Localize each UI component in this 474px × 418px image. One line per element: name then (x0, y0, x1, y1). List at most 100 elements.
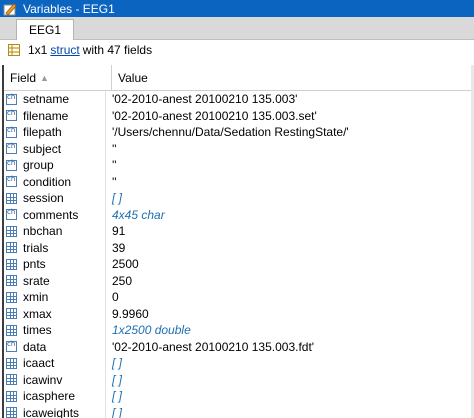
sort-ascending-icon: ▲ (40, 72, 49, 83)
tab-label: EEG1 (28, 23, 61, 37)
table-row[interactable]: trials 39 (4, 239, 474, 256)
field-name: session (23, 191, 64, 206)
value-cell[interactable]: '02-2010-anest 20100210 135.003' (106, 92, 297, 106)
value-cell[interactable]: [ ] (106, 356, 122, 370)
value-cell[interactable]: 4x45 char (106, 208, 165, 222)
summary-fields: with 47 fields (82, 43, 153, 57)
field-cell[interactable]: group (4, 157, 106, 174)
struct-icon (8, 44, 20, 56)
grid-icon (6, 407, 17, 418)
table-row[interactable]: data '02-2010-anest 20100210 135.003.fdt' (4, 338, 474, 355)
field-cell[interactable]: xmax (4, 305, 106, 322)
field-name: xmin (23, 290, 49, 305)
field-name: comments (23, 207, 79, 222)
variables-editor-icon (3, 2, 17, 16)
value-cell[interactable]: 91 (106, 224, 125, 238)
field-cell[interactable]: icaact (4, 355, 106, 372)
value-cell[interactable]: [ ] (106, 191, 122, 205)
grid-icon (6, 324, 17, 336)
table-row[interactable]: nbchan 91 (4, 223, 474, 240)
value-cell[interactable]: [ ] (106, 406, 122, 418)
field-name: icasphere (23, 389, 76, 404)
window-title: Variables - EEG1 (23, 1, 115, 16)
value-cell[interactable]: 250 (106, 274, 132, 288)
field-cell[interactable]: setname (4, 91, 106, 108)
field-cell[interactable]: trials (4, 239, 106, 256)
field-cell[interactable]: session (4, 190, 106, 207)
char-icon (6, 142, 17, 155)
value-cell[interactable]: '02-2010-anest 20100210 135.003.set' (106, 109, 317, 123)
value-cell[interactable]: 0 (106, 290, 119, 304)
char-icon (6, 159, 17, 171)
field-name: subject (23, 141, 62, 156)
value-cell[interactable]: 2500 (106, 257, 139, 271)
table-row[interactable]: filename '02-2010-anest 20100210 135.003.… (4, 107, 474, 124)
grid-icon (6, 275, 17, 287)
field-cell[interactable]: comments (4, 206, 106, 223)
tab-eeg1[interactable]: EEG1 (16, 19, 74, 40)
grid-icon (6, 291, 17, 303)
value-cell[interactable]: 9.9960 (106, 307, 149, 321)
field-column-header[interactable]: Field ▲ (4, 65, 112, 90)
table-row[interactable]: subject '' (4, 140, 474, 157)
field-name: trials (23, 240, 49, 255)
table-row[interactable]: setname '02-2010-anest 20100210 135.003' (4, 91, 474, 108)
table-row[interactable]: pnts 2500 (4, 256, 474, 273)
grid-icon (6, 258, 17, 270)
value-cell[interactable]: '' (106, 158, 117, 172)
field-name: times (23, 323, 52, 338)
variable-summary: 1x1 struct with 47 fields (0, 40, 474, 60)
field-cell[interactable]: data (4, 338, 106, 355)
summary-size: 1x1 (28, 43, 48, 57)
table-row[interactable]: filepath '/Users/chennu/Data/Sedation Res… (4, 124, 474, 141)
table-row[interactable]: group '' (4, 157, 474, 174)
value-column-header[interactable]: Value (112, 65, 148, 90)
table-row[interactable]: xmin 0 (4, 289, 474, 306)
table-row[interactable]: icaact [ ] (4, 355, 474, 372)
field-cell[interactable]: srate (4, 272, 106, 289)
struct-link[interactable]: struct (50, 43, 79, 57)
table-row[interactable]: session [ ] (4, 190, 474, 207)
field-name: srate (23, 273, 50, 288)
value-cell[interactable]: [ ] (106, 373, 122, 387)
table-row[interactable]: condition '' (4, 173, 474, 190)
value-cell[interactable]: 1x2500 double (106, 323, 191, 337)
field-cell[interactable]: filename (4, 107, 106, 124)
grid-icon (6, 357, 17, 369)
value-cell[interactable]: '02-2010-anest 20100210 135.003.fdt' (106, 340, 314, 354)
field-cell[interactable]: condition (4, 173, 106, 190)
field-cell[interactable]: filepath (4, 124, 106, 141)
title-bar: Variables - EEG1 (0, 0, 474, 17)
value-cell[interactable]: '' (106, 175, 117, 189)
value-cell[interactable]: [ ] (106, 389, 122, 403)
field-cell[interactable]: subject (4, 140, 106, 157)
value-cell[interactable]: '' (106, 142, 117, 156)
field-name: icaact (23, 356, 55, 371)
value-cell[interactable]: 39 (106, 241, 125, 255)
field-name: nbchan (23, 224, 63, 239)
field-cell[interactable]: icasphere (4, 388, 106, 405)
table-header: Field ▲ Value (4, 65, 474, 91)
table-row[interactable]: icawinv [ ] (4, 371, 474, 388)
table-row[interactable]: icaweights [ ] (4, 404, 474, 418)
grid-icon (6, 242, 17, 254)
field-cell[interactable]: icaweights (4, 404, 106, 418)
grid-icon (6, 192, 17, 204)
table-row[interactable]: srate 250 (4, 272, 474, 289)
table-row[interactable]: icasphere [ ] (4, 388, 474, 405)
table-row[interactable]: times 1x2500 double (4, 322, 474, 339)
field-cell[interactable]: pnts (4, 256, 106, 273)
char-icon (6, 175, 17, 188)
field-cell[interactable]: xmin (4, 289, 106, 306)
field-cell[interactable]: times (4, 322, 106, 339)
table-row[interactable]: comments 4x45 char (4, 206, 474, 223)
field-cell[interactable]: nbchan (4, 223, 106, 240)
table-row[interactable]: xmax 9.9960 (4, 305, 474, 322)
tab-strip: EEG1 (0, 17, 474, 40)
char-icon (6, 126, 17, 138)
field-header-label: Field (10, 70, 37, 85)
value-cell[interactable]: '/Users/chennu/Data/Sedation RestingStat… (106, 125, 349, 139)
field-cell[interactable]: icawinv (4, 371, 106, 388)
field-name: icawinv (23, 372, 63, 387)
field-name: data (23, 339, 47, 354)
